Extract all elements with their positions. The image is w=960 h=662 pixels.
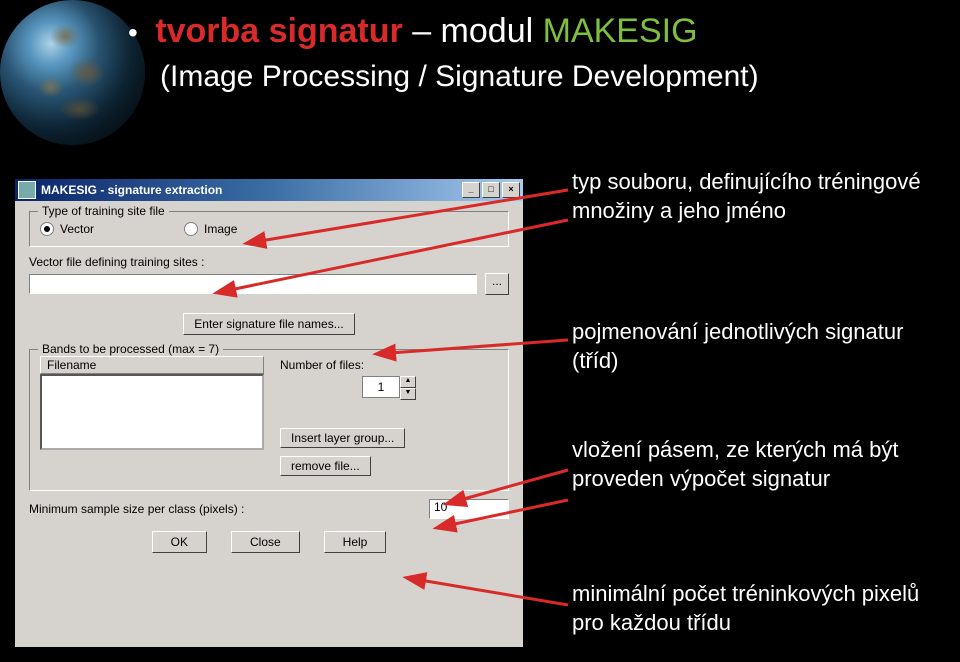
numfiles-value[interactable]: 1 — [362, 376, 400, 398]
makesig-dialog: MAKESIG - signature extraction _ □ × Typ… — [14, 178, 524, 648]
radio-vector-icon — [40, 222, 54, 236]
close-label: Close — [250, 535, 281, 549]
vecfile-browse-button[interactable]: ... — [485, 273, 509, 295]
maximize-button[interactable]: □ — [482, 182, 500, 198]
radio-vector-label: Vector — [60, 222, 94, 236]
insert-layer-label: Insert layer group... — [291, 431, 394, 445]
type-legend: Type of training site file — [38, 204, 169, 218]
help-label: Help — [343, 535, 368, 549]
filename-header: Filename — [40, 356, 264, 374]
numfiles-down[interactable]: ▼ — [400, 388, 416, 400]
title-sub: (Image Processing / Signature Developmen… — [160, 60, 759, 94]
titlebar[interactable]: MAKESIG - signature extraction _ □ × — [15, 179, 523, 201]
title-line: • tvorba signatur – modul MAKESIG — [128, 12, 698, 51]
minimize-button[interactable]: _ — [462, 182, 480, 198]
enter-sig-button[interactable]: Enter signature file names... — [183, 313, 354, 335]
vecfile-input[interactable] — [29, 274, 477, 294]
filename-listbox[interactable] — [40, 374, 264, 450]
bands-legend: Bands to be processed (max = 7) — [38, 342, 223, 356]
numfiles-up[interactable]: ▲ — [400, 376, 416, 388]
vecfile-label: Vector file defining training sites : — [29, 255, 509, 269]
dialog-title: MAKESIG - signature extraction — [41, 183, 222, 197]
radio-image-label: Image — [204, 222, 237, 236]
title-part2: – modul — [412, 12, 533, 50]
annotation-bands: vložení pásem, ze kterých má být provede… — [572, 436, 952, 493]
minsample-input[interactable]: 10 — [429, 499, 509, 519]
title-part3: MAKESIG — [543, 12, 698, 50]
minsample-label: Minimum sample size per class (pixels) : — [29, 502, 421, 516]
ok-button[interactable]: OK — [152, 531, 207, 553]
annotation-type: typ souboru, definujícího tréningové mno… — [572, 168, 932, 225]
globe-image — [0, 0, 145, 145]
radio-vector[interactable]: Vector — [40, 222, 94, 236]
radio-image[interactable]: Image — [184, 222, 237, 236]
numfiles-label: Number of files: — [280, 358, 364, 372]
bullet-icon: • — [128, 17, 138, 48]
insert-layer-button[interactable]: Insert layer group... — [280, 428, 405, 448]
title-part1: tvorba signatur — [155, 12, 402, 50]
close-button[interactable]: × — [502, 182, 520, 198]
annotation-minsample: minimální počet tréninkových pixelů pro … — [572, 580, 952, 637]
ok-label: OK — [171, 535, 188, 549]
enter-sig-label: Enter signature file names... — [194, 317, 343, 331]
close-dialog-button[interactable]: Close — [231, 531, 300, 553]
remove-file-button[interactable]: remove file... — [280, 456, 371, 476]
remove-file-label: remove file... — [291, 459, 360, 473]
type-groupbox: Type of training site file Vector Image — [29, 211, 509, 247]
app-icon — [18, 181, 36, 199]
radio-image-icon — [184, 222, 198, 236]
bands-groupbox: Bands to be processed (max = 7) Filename… — [29, 349, 509, 491]
numfiles-spinner[interactable]: 1 ▲ ▼ — [362, 376, 416, 400]
help-button[interactable]: Help — [324, 531, 387, 553]
annotation-sig: pojmenování jednotlivých signatur (tříd) — [572, 318, 932, 375]
